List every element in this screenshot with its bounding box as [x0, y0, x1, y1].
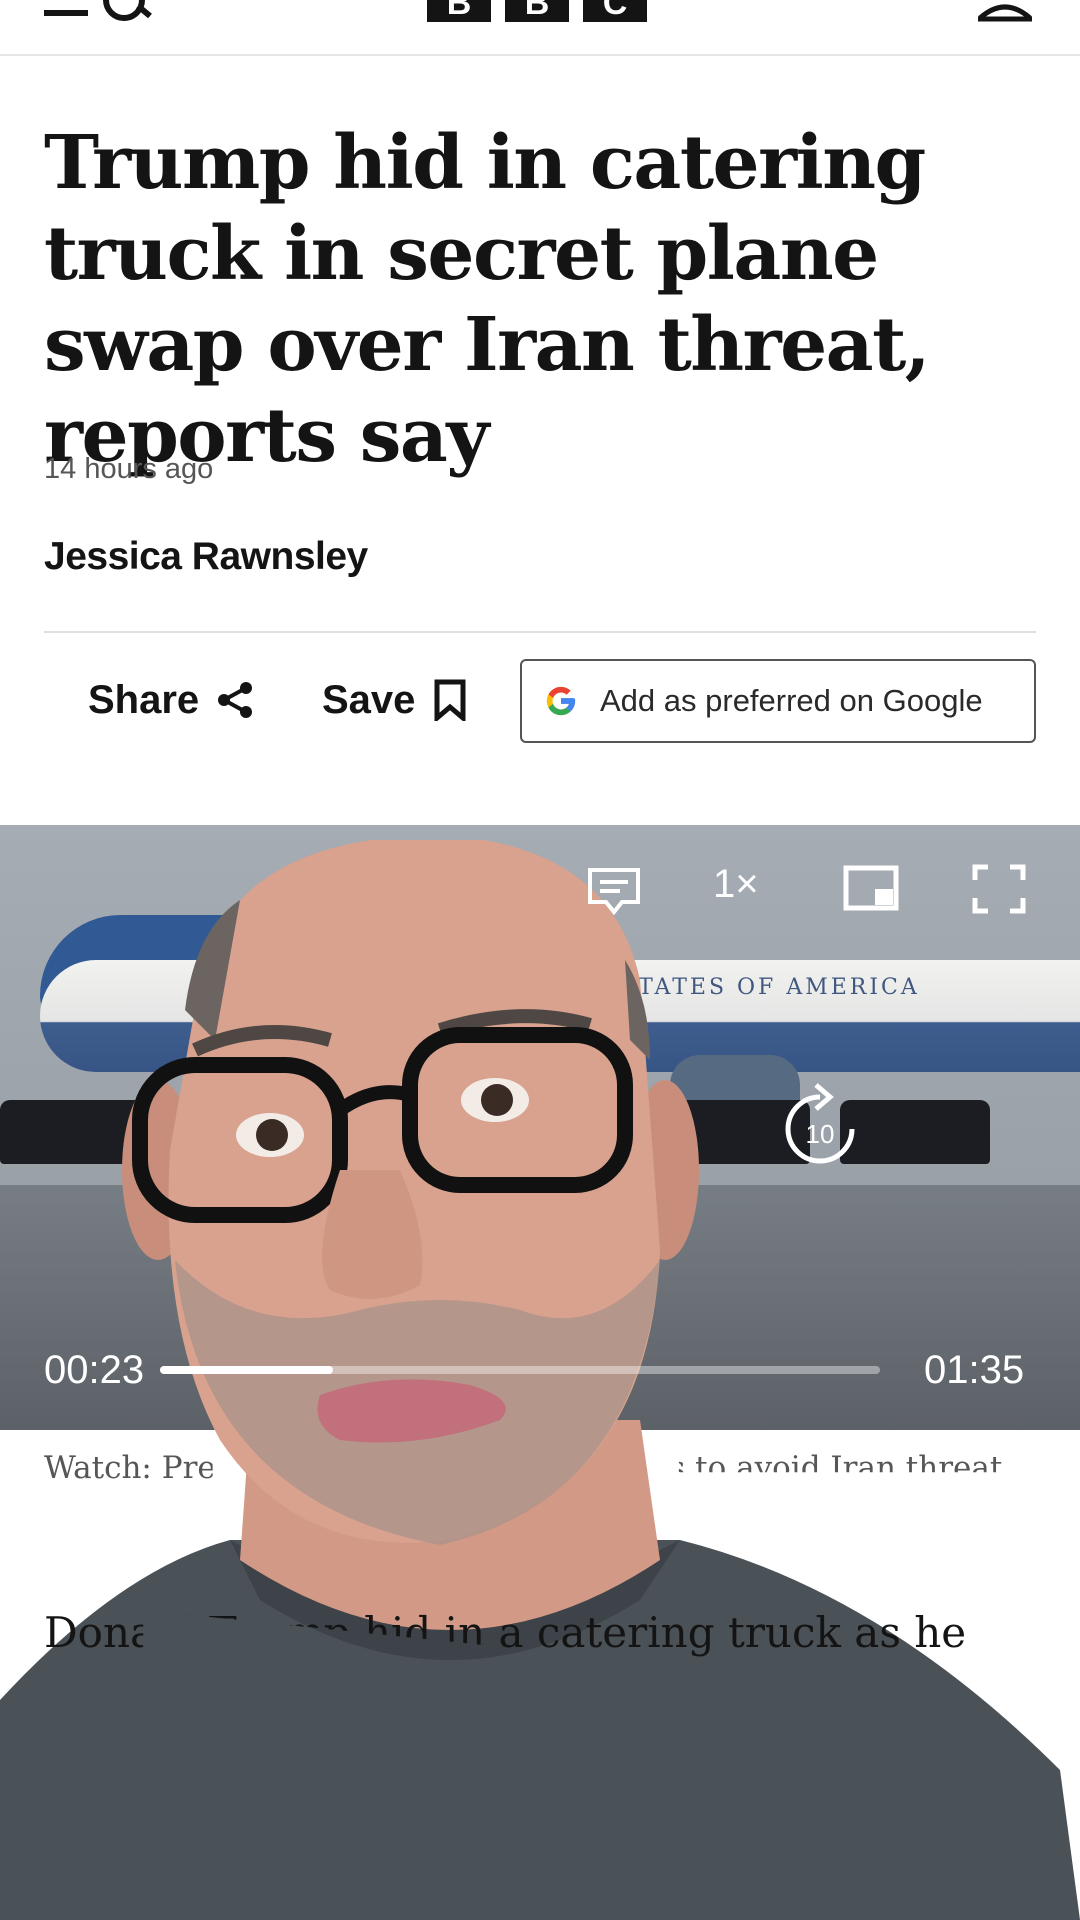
logo-block: C — [583, 0, 647, 22]
logo-block: B — [505, 0, 569, 22]
total-time: 01:35 — [924, 1348, 1025, 1392]
add-preferred-google-button[interactable]: Add as preferred on Google — [520, 659, 1036, 743]
divider — [44, 631, 1036, 633]
video-progress-bar[interactable] — [160, 1366, 880, 1374]
plane-lettering: STATES OF AMERICA — [620, 975, 920, 1000]
top-bar: B B C — [0, 0, 1080, 56]
article-byline: Jessica Rawnsley — [44, 535, 368, 578]
current-time: 00:23 — [44, 1348, 145, 1392]
google-g-icon — [546, 686, 576, 716]
save-label: Save — [322, 677, 416, 722]
rewind-seconds: 10 — [805, 1119, 835, 1149]
video-player[interactable]: STATES OF AMERICA — [0, 825, 1080, 1430]
logo-letter: C — [602, 0, 628, 22]
bookmark-icon — [434, 679, 466, 721]
search-icon — [103, 0, 152, 21]
rewind-10-button[interactable]: 10 — [780, 1083, 860, 1169]
save-button[interactable]: Save — [322, 670, 467, 730]
share-icon — [218, 682, 253, 718]
menu-search-button[interactable] — [44, 0, 154, 22]
motorcade — [0, 1100, 1080, 1170]
car — [0, 1100, 150, 1164]
video-tarmac — [0, 1185, 1080, 1430]
google-button-label: Add as preferred on Google — [600, 683, 983, 718]
plane-fuselage — [40, 960, 1080, 1072]
fullscreen-icon[interactable] — [972, 864, 1026, 914]
bbc-logo[interactable]: B B C — [427, 0, 647, 22]
share-label: Share — [88, 677, 200, 722]
playback-speed-button[interactable]: 1× — [713, 862, 759, 907]
account-icon — [978, 4, 1032, 22]
picture-in-picture-icon[interactable] — [843, 865, 899, 911]
logo-letter: B — [524, 0, 550, 22]
car — [840, 1100, 990, 1164]
captions-icon[interactable] — [586, 866, 642, 916]
article-timestamp: 14 hours ago — [44, 453, 214, 485]
share-button[interactable]: Share — [88, 670, 255, 730]
video-progress-fill — [160, 1366, 333, 1374]
logo-block: B — [427, 0, 491, 22]
logo-letter: B — [446, 0, 472, 22]
article-body-paragraph: Donald Trump hid in a catering truck as … — [44, 1608, 967, 1723]
account-button[interactable] — [975, 0, 1035, 22]
article-headline: Trump hid in catering truck in secret pl… — [44, 120, 931, 479]
